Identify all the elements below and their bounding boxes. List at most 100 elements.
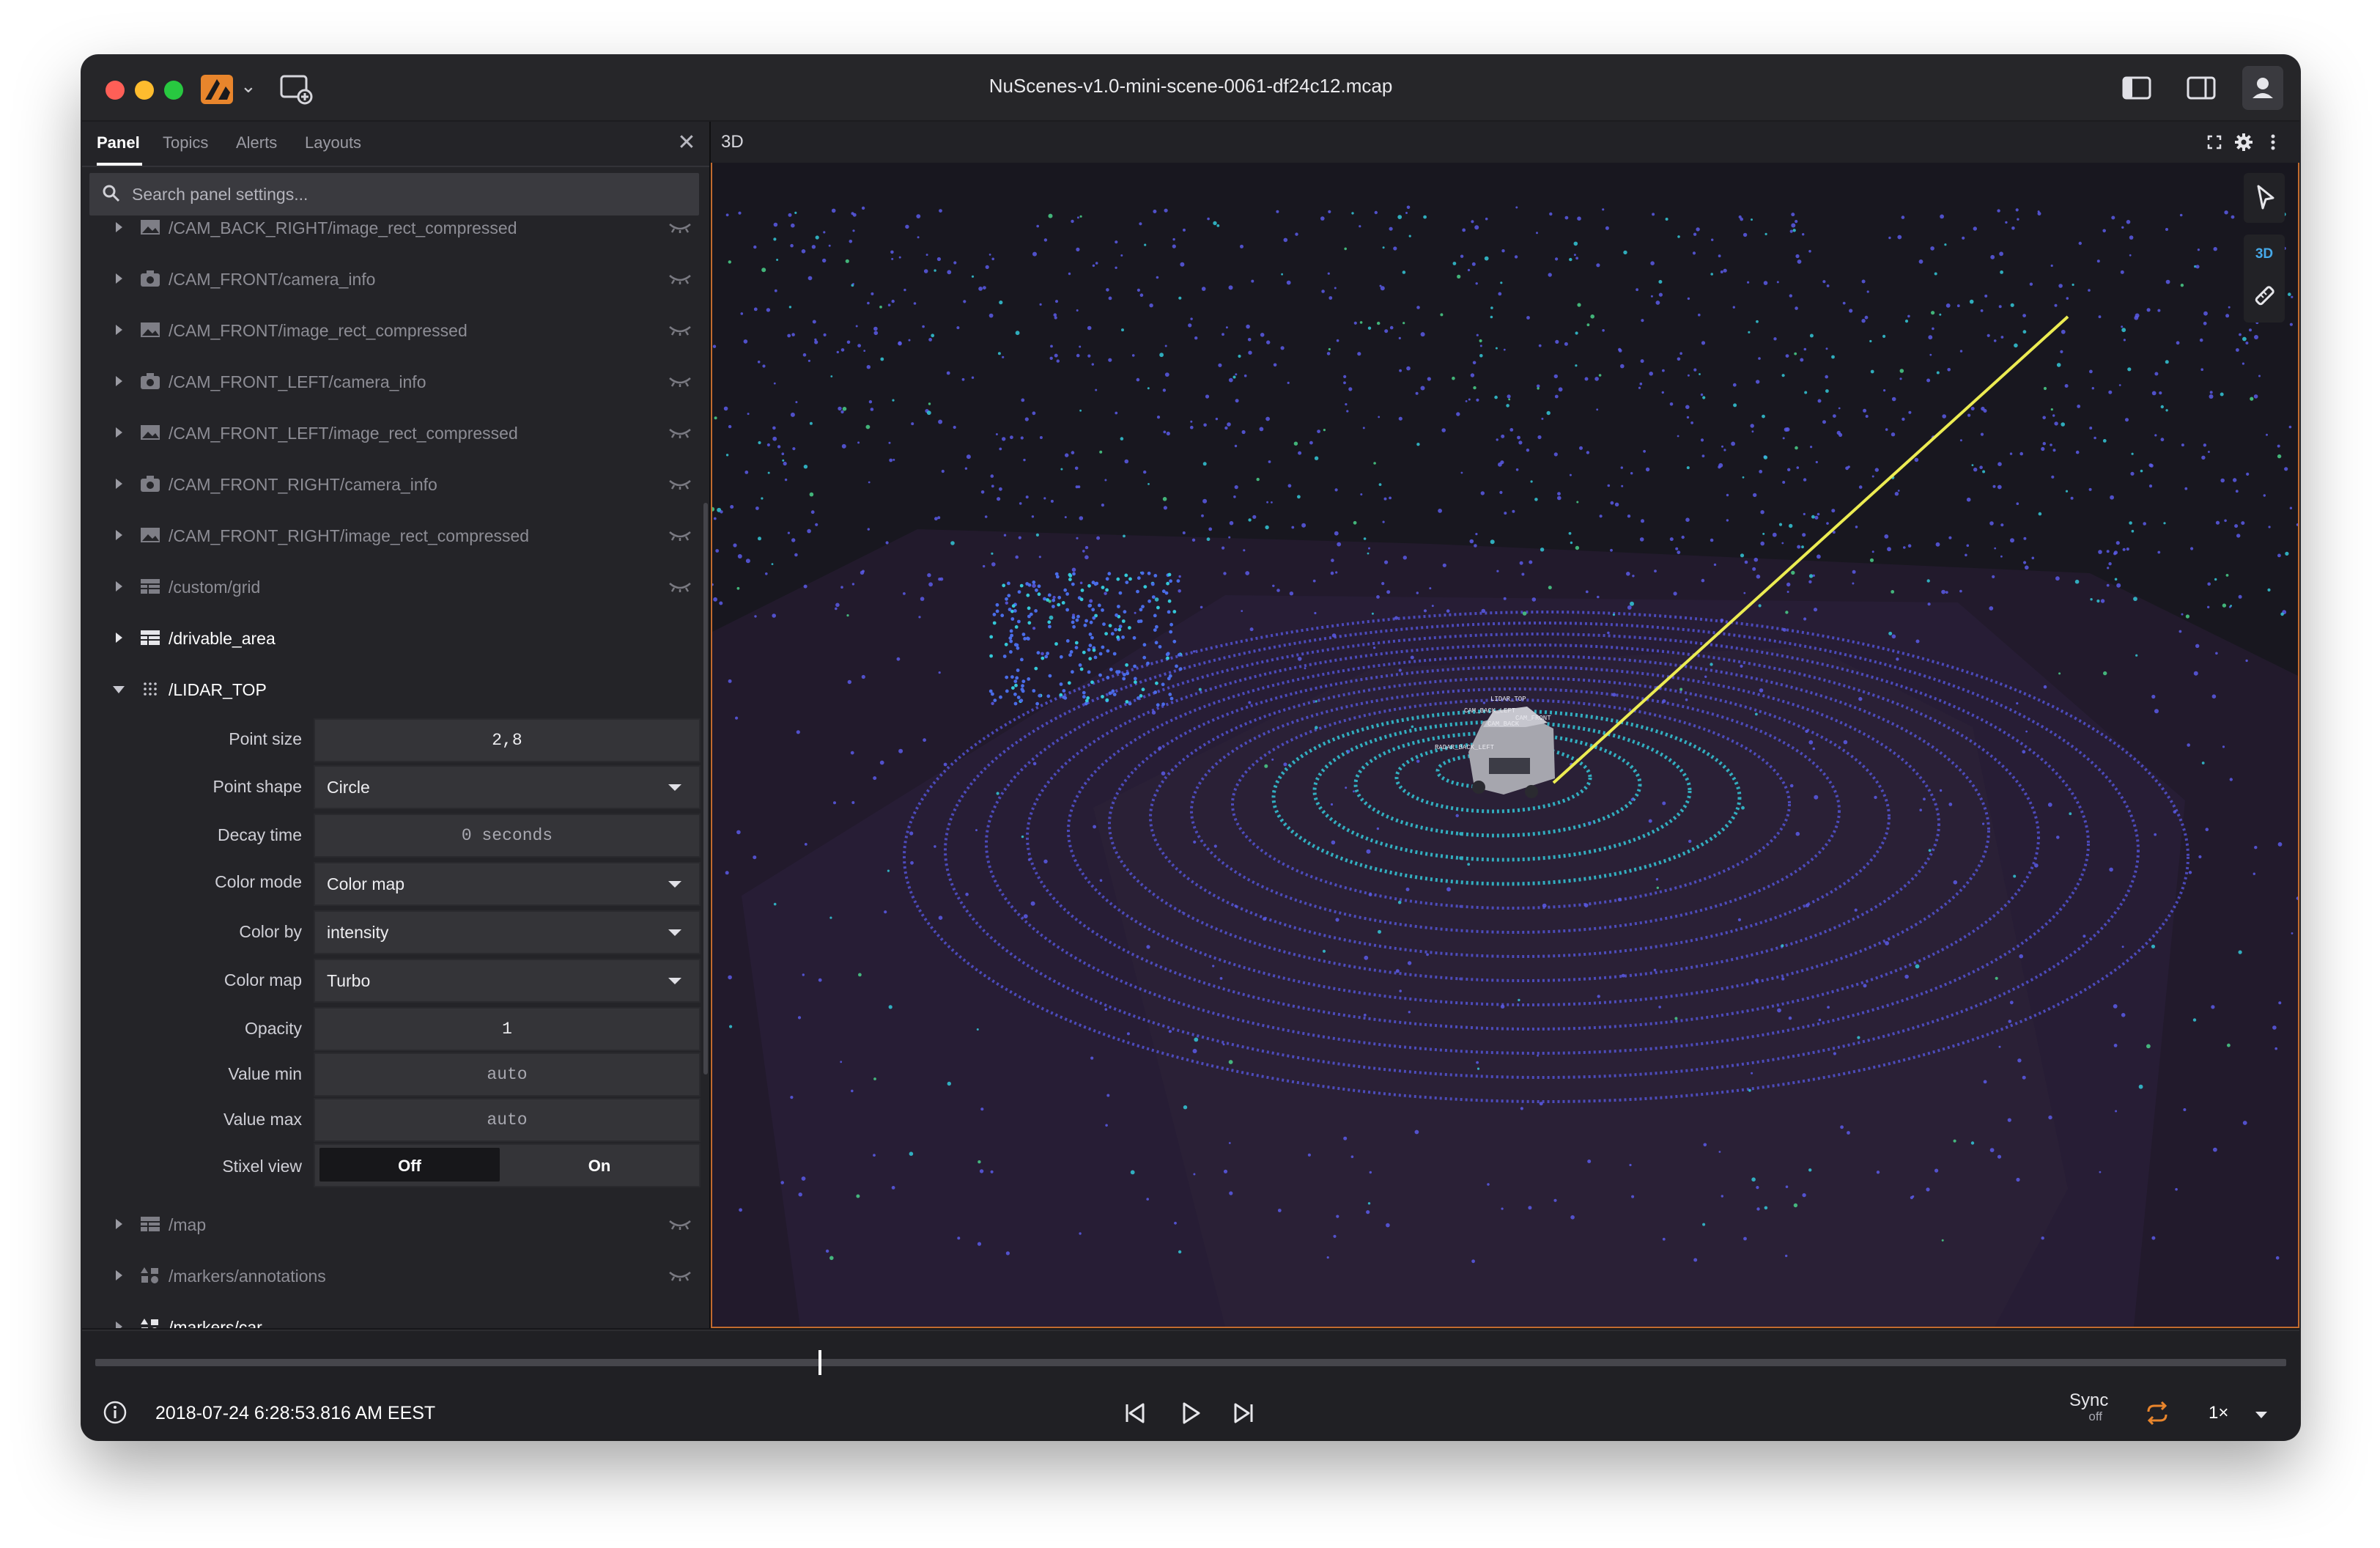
color-by-select[interactable]: intensity <box>314 910 701 954</box>
close-sidebar-icon[interactable]: ✕ <box>674 130 699 155</box>
more-options-icon[interactable] <box>2263 132 2283 152</box>
topic-row[interactable]: /CAM_FRONT_LEFT/image_rect_compressed <box>82 408 709 459</box>
expand-caret-icon[interactable] <box>116 427 122 438</box>
topic-row[interactable]: /CAM_BACK_RIGHT/image_rect_compressed <box>82 218 709 254</box>
expand-caret-icon[interactable] <box>116 530 122 540</box>
lidar-point <box>1627 605 1632 610</box>
gear-icon[interactable] <box>2233 132 2254 152</box>
topic-row-lidar-top[interactable]: /LIDAR_TOP <box>82 664 709 715</box>
lidar-point <box>928 582 933 587</box>
expand-caret-icon[interactable] <box>116 325 122 335</box>
decay-time-input[interactable]: 0 seconds <box>314 814 701 858</box>
topic-row[interactable]: /CAM_FRONT_RIGHT/image_rect_compressed <box>82 510 709 561</box>
topic-row[interactable]: /markers/annotations <box>82 1250 709 1302</box>
visibility-hidden-icon[interactable] <box>668 1269 692 1281</box>
collapse-caret-icon[interactable] <box>113 686 125 693</box>
playback-speed[interactable]: 1× <box>2209 1403 2228 1423</box>
visibility-hidden-icon[interactable] <box>668 1218 692 1230</box>
topic-row[interactable]: /markers/car <box>82 1302 709 1328</box>
opacity-input[interactable]: 1 <box>314 1007 701 1051</box>
lidar-point <box>2115 1110 2118 1113</box>
lidar-point <box>923 269 928 273</box>
user-account-button[interactable] <box>2242 66 2283 110</box>
lidar-point <box>1782 627 1786 632</box>
value-max-input[interactable]: auto <box>314 1098 701 1142</box>
lidar-point <box>880 357 884 361</box>
topic-row[interactable]: /CAM_FRONT_LEFT/camera_info <box>82 356 709 408</box>
visibility-hidden-icon[interactable] <box>668 529 692 541</box>
speed-dropdown-icon[interactable] <box>2255 1412 2267 1418</box>
point-size-input[interactable]: 2,8 <box>314 718 701 762</box>
expand-caret-icon[interactable] <box>116 376 122 386</box>
expand-caret-icon[interactable] <box>116 1322 122 1328</box>
sidebar-scrollbar[interactable] <box>703 503 708 1075</box>
lidar-point <box>2253 394 2258 399</box>
expand-caret-icon[interactable] <box>116 273 122 284</box>
point-shape-select[interactable]: Circle <box>314 765 701 809</box>
expand-caret-icon[interactable] <box>116 479 122 489</box>
stixel-on-option[interactable]: On <box>507 1148 692 1182</box>
lidar-point <box>1470 373 1475 377</box>
expand-caret-icon[interactable] <box>116 581 122 591</box>
lidar-point <box>905 224 909 229</box>
lidar-point <box>1467 863 1471 866</box>
right-sidebar-toggle-icon[interactable] <box>2185 72 2217 104</box>
lidar-point <box>1309 441 1313 445</box>
expand-caret-icon[interactable] <box>116 1270 122 1280</box>
lidar-point <box>2070 496 2074 500</box>
value-min-input[interactable]: auto <box>314 1053 701 1096</box>
tab-panel[interactable]: Panel <box>97 133 140 152</box>
visibility-hidden-icon[interactable] <box>668 580 692 592</box>
seek-forward-icon[interactable] <box>1230 1398 1259 1428</box>
visibility-hidden-icon[interactable] <box>668 478 692 490</box>
loop-icon[interactable] <box>2143 1400 2172 1426</box>
topic-row[interactable]: /custom/grid <box>82 561 709 613</box>
lidar-point <box>1192 1049 1197 1053</box>
lidar-point <box>1178 1250 1182 1254</box>
lidar-3d-viewport[interactable]: LIDAR_TOP CAM_BACK_LEFT CAM_FRONT CAM_BA… <box>712 163 2298 1327</box>
select-cursor-icon[interactable] <box>2244 173 2285 223</box>
lidar-point <box>1931 311 1935 315</box>
visibility-hidden-icon[interactable] <box>668 273 692 284</box>
lidar-point <box>1468 398 1471 401</box>
ruler-measure-icon[interactable] <box>2251 283 2277 309</box>
stixel-off-option[interactable]: Off <box>319 1148 500 1182</box>
info-icon[interactable] <box>103 1400 128 1425</box>
left-sidebar-toggle-icon[interactable] <box>2121 72 2153 104</box>
tab-alerts[interactable]: Alerts <box>236 133 277 152</box>
timeline-playhead[interactable] <box>818 1350 821 1375</box>
visibility-hidden-icon[interactable] <box>668 375 692 387</box>
lidar-point <box>1350 1155 1354 1158</box>
expand-caret-icon[interactable] <box>116 222 122 232</box>
lidar-point <box>1590 314 1594 319</box>
expand-caret-icon[interactable] <box>116 633 122 643</box>
topic-row[interactable]: /CAM_FRONT_RIGHT/camera_info <box>82 459 709 510</box>
lidar-point <box>1703 1143 1707 1147</box>
play-icon[interactable] <box>1175 1398 1205 1428</box>
visibility-hidden-icon[interactable] <box>668 324 692 336</box>
visibility-hidden-icon[interactable] <box>668 427 692 438</box>
topic-row[interactable]: /map <box>82 1199 709 1250</box>
topic-row-drivable-area[interactable]: /drivable_area <box>82 613 709 664</box>
sync-toggle[interactable]: Sync off <box>2069 1392 2108 1425</box>
lidar-point <box>1108 296 1112 301</box>
settings-search-input[interactable]: Search panel settings... <box>89 173 699 215</box>
point-shape-value: Circle <box>327 778 370 797</box>
tab-layouts[interactable]: Layouts <box>305 133 361 152</box>
lidar-point <box>1641 519 1644 523</box>
lidar-point <box>1408 235 1411 237</box>
lidar-point <box>1161 771 1166 775</box>
topic-row[interactable]: /CAM_FRONT/camera_info <box>82 254 709 305</box>
lidar-point <box>1416 306 1420 309</box>
tab-topics[interactable]: Topics <box>163 133 208 152</box>
topic-row[interactable]: /CAM_FRONT/image_rect_compressed <box>82 305 709 356</box>
lidar-point <box>1148 483 1150 485</box>
visibility-hidden-icon[interactable] <box>668 221 692 233</box>
seek-backward-icon[interactable] <box>1120 1398 1149 1428</box>
3d-view-toggle[interactable]: 3D <box>2244 246 2285 262</box>
color-map-select[interactable]: Turbo <box>314 959 701 1003</box>
expand-caret-icon[interactable] <box>116 1219 122 1229</box>
color-mode-select[interactable]: Color map <box>314 862 701 906</box>
fullscreen-icon[interactable] <box>2204 132 2225 152</box>
timeline-track[interactable] <box>95 1359 2286 1366</box>
